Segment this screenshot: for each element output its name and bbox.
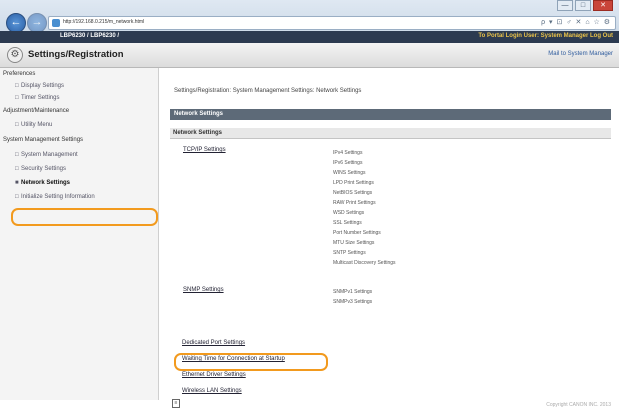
sidebar-item-initialize-setting-information[interactable]: □ Initialize Setting Information: [15, 194, 95, 200]
page-title: Settings/Registration: [28, 49, 124, 60]
minimize-button[interactable]: —: [557, 0, 573, 11]
dedicated-port-settings-link[interactable]: Dedicated Port Settings: [182, 340, 245, 346]
snmp-subitem: SNMPv3 Settings: [333, 299, 373, 305]
tcpip-settings-link[interactable]: TCP/IP Settings: [183, 147, 226, 153]
snmp-settings-link[interactable]: SNMP Settings: [183, 287, 224, 293]
sidebar: Preferences □ Display Settings □ Timer Set…: [0, 68, 159, 400]
forward-arrow-icon[interactable]: →: [27, 13, 47, 33]
sidebar-item-display-settings[interactable]: □ Display Settings: [15, 83, 64, 89]
section-header: Network Settings: [170, 128, 611, 139]
tcpip-subitem: SSL Settings: [333, 220, 362, 226]
mail-to-system-manager-link[interactable]: Mail to System Manager: [548, 51, 613, 57]
section-title: Network Settings: [173, 130, 223, 136]
sidebar-item-timer-settings[interactable]: □ Timer Settings: [15, 95, 59, 101]
page-icon[interactable]: ≡: [172, 399, 180, 408]
sidebar-section-adjustment: Adjustment/Maintenance: [3, 108, 70, 114]
favicon-icon: [52, 19, 60, 27]
sidebar-item-label: Initialize Setting Information: [21, 194, 95, 200]
sidebar-item-security-settings[interactable]: □ Security Settings: [15, 166, 66, 172]
back-arrow-icon[interactable]: ←: [6, 13, 26, 33]
tcpip-subitem: SNTP Settings: [333, 250, 366, 256]
highlight-network-settings: [11, 208, 158, 226]
address-bar[interactable]: http://192.168.0.215/m_network.html ρ ▾ …: [48, 16, 616, 30]
close-button[interactable]: ✕: [593, 0, 613, 11]
sidebar-section-preferences: Preferences: [3, 71, 36, 77]
sidebar-item-label: Display Settings: [21, 83, 65, 89]
tcpip-subitem: IPv4 Settings: [333, 150, 363, 156]
maximize-button[interactable]: □: [575, 0, 591, 11]
header-links[interactable]: To Portal Login User: System Manager Log…: [478, 33, 613, 39]
app-bar: ⚙ Settings/Registration Mail to System M…: [0, 43, 619, 68]
content-title: Network Settings: [174, 111, 224, 117]
sidebar-item-network-settings[interactable]: ■ Network Settings: [15, 180, 70, 186]
tcpip-subitem: MTU Size Settings: [333, 240, 375, 246]
sidebar-section-system-management-settings: System Management Settings: [3, 137, 84, 143]
sidebar-item-label: Network Settings: [21, 180, 71, 186]
ethernet-driver-settings-link[interactable]: Ethernet Driver Settings: [182, 372, 246, 378]
wireless-lan-settings-link[interactable]: Wireless LAN Settings: [182, 388, 242, 394]
sidebar-item-label: Timer Settings: [21, 95, 60, 101]
sidebar-item-label: Security Settings: [21, 166, 67, 172]
browser-toolbar-icons[interactable]: ρ ▾ ⊡ ♂ ✕ ⌂ ☆ ⚙: [541, 18, 611, 26]
tcpip-subitem: NetBIOS Settings: [333, 190, 373, 196]
sidebar-item-utility-menu[interactable]: □ Utility Menu: [15, 122, 52, 128]
tcpip-subitem: WSD Settings: [333, 210, 365, 216]
tcpip-subitem: Multicast Discovery Settings: [333, 260, 396, 266]
window-controls: — □ ✕: [557, 0, 613, 14]
highlight-waiting-time: [174, 353, 328, 371]
gear-icon: ⚙: [7, 47, 23, 63]
address-url[interactable]: http://192.168.0.215/m_network.html: [63, 19, 144, 25]
tcpip-subitem: LPD Print Settings: [333, 180, 374, 186]
sidebar-item-system-management[interactable]: □ System Management: [15, 152, 78, 158]
content-title-bar: Network Settings: [170, 109, 611, 120]
tcpip-subitem: RAW Print Settings: [333, 200, 376, 206]
tcpip-subitem: IPv6 Settings: [333, 160, 363, 166]
device-header: LBP6230 / LBP6230 / To Portal Login User…: [0, 31, 619, 43]
breadcrumb: Settings/Registration: System Management…: [174, 88, 362, 94]
copyright: Copyright CANON INC. 2013: [546, 402, 611, 408]
sidebar-item-label: System Management: [21, 152, 78, 158]
tcpip-subitem: Port Number Settings: [333, 230, 381, 236]
device-title: LBP6230 / LBP6230 /: [60, 33, 120, 39]
tcpip-subitem: WINS Settings: [333, 170, 366, 176]
snmp-subitem: SNMPv1 Settings: [333, 289, 373, 295]
sidebar-item-label: Utility Menu: [21, 122, 53, 128]
